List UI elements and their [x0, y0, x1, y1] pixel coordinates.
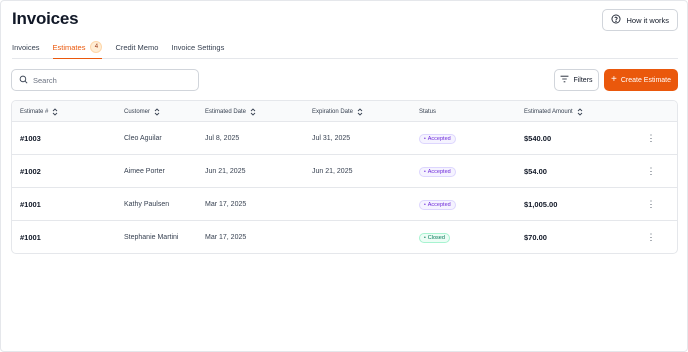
how-it-works-button[interactable]: How it works: [602, 9, 678, 31]
column-label: Estimated Date: [205, 108, 247, 115]
estimate-number: #1001: [20, 200, 41, 209]
column-label: Customer: [124, 108, 151, 115]
page-title: Invoices: [12, 9, 79, 28]
customer-name: Stephanie Martini: [124, 234, 179, 241]
sort-icon: [53, 107, 58, 116]
expiration-date: Jun 21, 2025: [312, 168, 353, 175]
status-dot-icon: •: [424, 135, 426, 142]
table-header: Estimate # Customer Estimated Date Expir…: [12, 101, 677, 122]
create-estimate-label: Create Estimate: [620, 76, 672, 84]
status-badge: • Accepted: [419, 199, 456, 210]
tab-label: Credit Memo: [115, 43, 159, 52]
more-options-icon[interactable]: ⋮: [647, 188, 656, 221]
estimated-amount: $70.00: [524, 233, 547, 242]
column-header-estimate[interactable]: Estimate #: [20, 101, 58, 122]
filter-icon: [560, 75, 569, 85]
tab-invoices[interactable]: Invoices: [12, 42, 40, 58]
estimated-amount: $1,005.00: [524, 200, 558, 209]
customer-name: Kathy Paulsen: [124, 201, 170, 208]
plus-icon: +: [610, 73, 617, 85]
status-cell: • Accepted: [419, 188, 456, 221]
column-header-status: Status: [419, 101, 436, 122]
status-badge: • Accepted: [419, 166, 456, 177]
column-label: Estimate #: [20, 108, 49, 115]
tab-bar: Invoices Estimates 4 Credit Memo Invoice …: [12, 41, 678, 59]
search-box: [11, 69, 199, 91]
status-label: Closed: [427, 234, 445, 241]
status-label: Accepted: [427, 168, 451, 175]
how-it-works-label: How it works: [626, 15, 669, 25]
status-badge: • Closed: [419, 232, 450, 243]
tab-label: Invoice Settings: [171, 43, 225, 52]
column-label: Estimated Amount: [524, 108, 573, 115]
tab-label: Estimates: [52, 43, 86, 52]
column-label: Status: [419, 108, 437, 115]
tab-estimates[interactable]: Estimates 4: [52, 41, 103, 59]
customer-name: Cleo Aguilar: [124, 135, 162, 142]
more-options-icon[interactable]: ⋮: [647, 122, 656, 155]
estimated-date: Jun 21, 2025: [205, 168, 246, 175]
estimates-table: Estimate # Customer Estimated Date Expir…: [11, 100, 678, 254]
search-input[interactable]: [33, 75, 193, 85]
status-cell: • Accepted: [419, 155, 456, 188]
tab-invoice-settings[interactable]: Invoice Settings: [171, 42, 224, 58]
status-dot-icon: •: [424, 234, 426, 241]
sort-icon: [250, 107, 256, 116]
more-options-icon[interactable]: ⋮: [647, 155, 656, 188]
status-badge: • Accepted: [419, 133, 456, 144]
table-row[interactable]: #1003 Cleo Aguilar Jul 8, 2025 Jul 31, 2…: [12, 122, 677, 155]
table-row[interactable]: #1001 Kathy Paulsen Mar 17, 2025 • Accept…: [12, 188, 677, 221]
tab-label: Invoices: [12, 43, 40, 52]
estimate-number: #1003: [20, 134, 41, 143]
estimated-date: Jul 8, 2025: [205, 135, 240, 142]
status-cell: • Accepted: [419, 122, 456, 155]
sort-icon: [357, 107, 363, 116]
more-options-icon[interactable]: ⋮: [647, 221, 656, 253]
status-label: Accepted: [427, 135, 451, 142]
customer-name: Aimee Porter: [124, 168, 165, 175]
estimated-date: Mar 17, 2025: [205, 201, 247, 208]
column-header-customer[interactable]: Customer: [124, 101, 160, 122]
status-dot-icon: •: [424, 201, 426, 208]
expiration-date: Jul 31, 2025: [312, 135, 351, 142]
filters-button[interactable]: Filters: [554, 69, 599, 91]
estimate-number: #1001: [20, 233, 41, 242]
estimated-date: Mar 17, 2025: [205, 234, 247, 241]
estimate-number: #1002: [20, 167, 41, 176]
status-label: Accepted: [427, 201, 451, 208]
count-badge: 4: [90, 41, 103, 53]
estimated-amount: $54.00: [524, 167, 547, 176]
question-circle-icon: [611, 14, 621, 26]
create-estimate-button[interactable]: + Create Estimate: [604, 69, 678, 91]
table-row[interactable]: #1001 Stephanie Martini Mar 17, 2025 • Cl…: [12, 221, 677, 253]
estimated-amount: $540.00: [524, 134, 552, 143]
table-row[interactable]: #1002 Aimee Porter Jun 21, 2025 Jun 21, …: [12, 155, 677, 188]
column-header-estimated-amount[interactable]: Estimated Amount: [524, 101, 583, 122]
column-header-expiration-date[interactable]: Expiration Date: [312, 101, 363, 122]
sort-icon: [577, 107, 583, 116]
search-icon: [19, 71, 28, 89]
status-dot-icon: •: [424, 168, 426, 175]
column-label: Expiration Date: [312, 108, 354, 115]
status-cell: • Closed: [419, 221, 450, 253]
tab-credit-memo[interactable]: Credit Memo: [115, 42, 158, 58]
sort-icon: [154, 107, 160, 116]
column-header-estimated-date[interactable]: Estimated Date: [205, 101, 256, 122]
filters-label: Filters: [573, 76, 593, 84]
